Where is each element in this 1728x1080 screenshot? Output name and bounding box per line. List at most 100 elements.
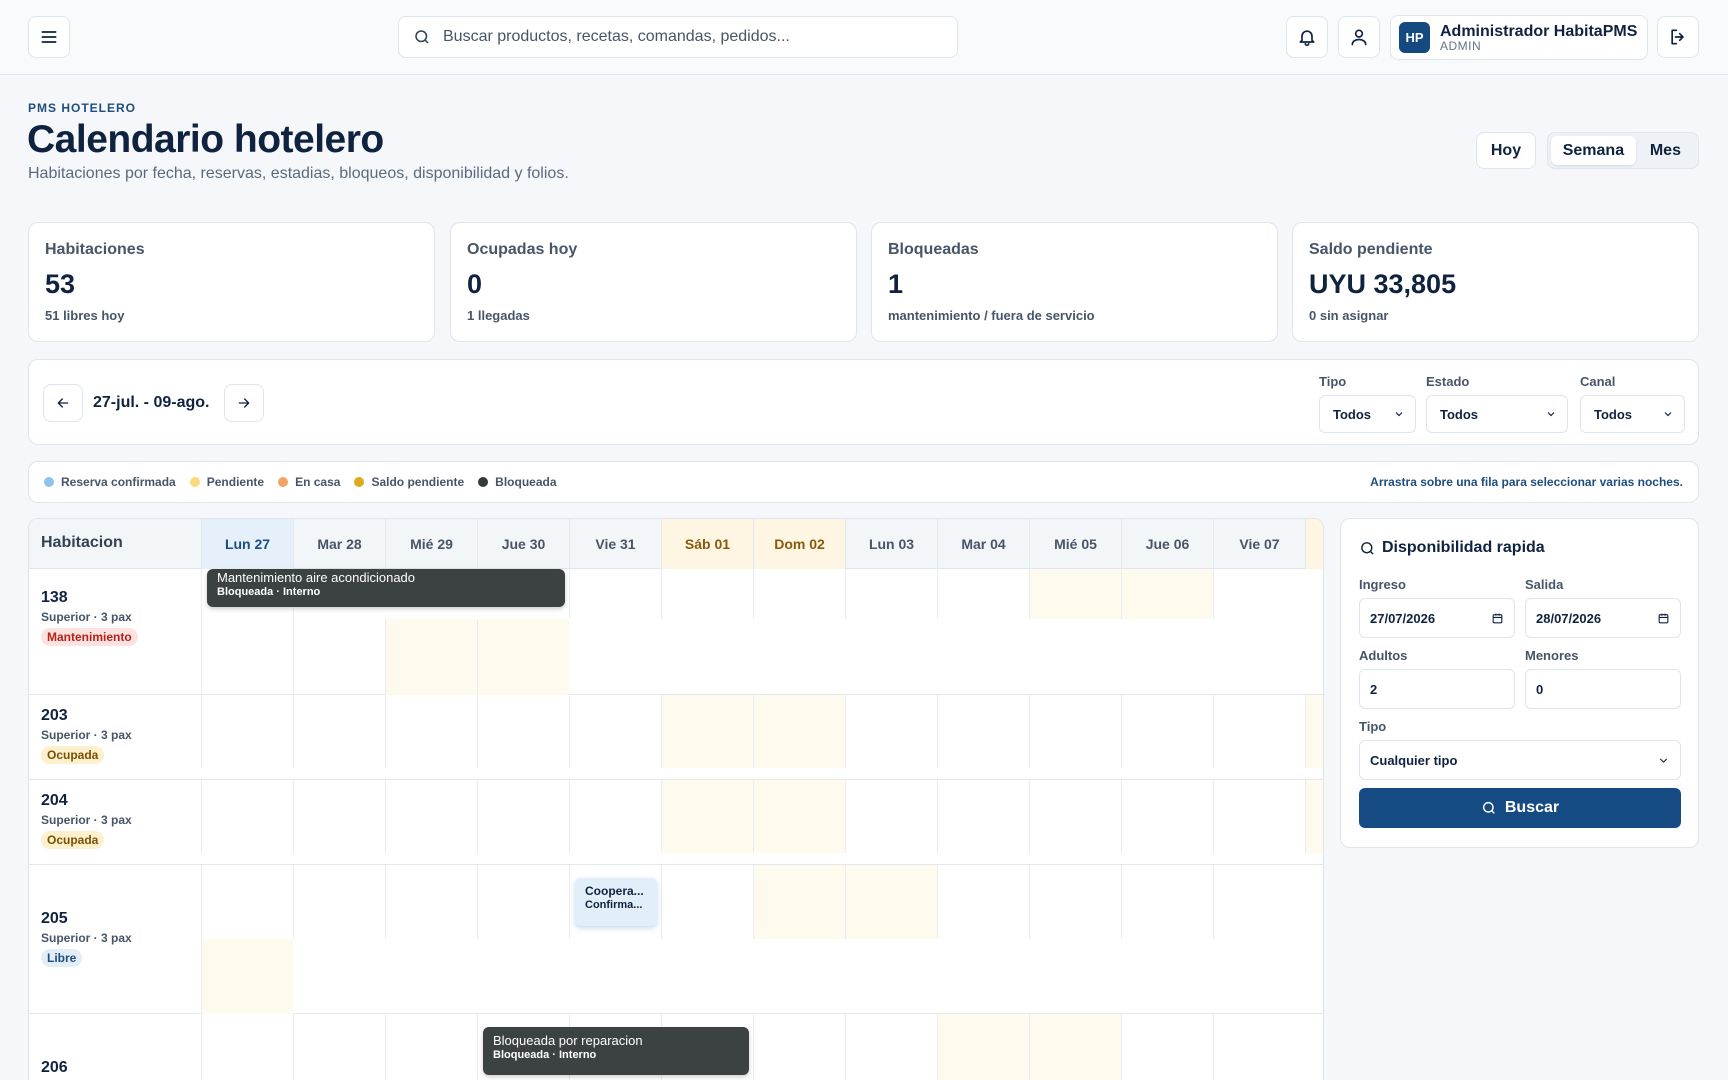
today-button[interactable]: Hoy (1476, 132, 1536, 169)
day-cell[interactable] (845, 569, 937, 619)
user-menu[interactable]: HP Administrador HabitaPMS ADMIN (1390, 15, 1648, 60)
day-cell[interactable] (1121, 865, 1213, 939)
reservation-block[interactable]: Mantenimiento aire acondicionado Bloquea… (207, 569, 565, 607)
filter-status-select[interactable]: Todos (1426, 395, 1568, 433)
checkin-date-input[interactable]: 27/07/2026 (1359, 598, 1515, 638)
day-cell[interactable] (201, 939, 293, 1014)
day-cell[interactable] (385, 619, 477, 695)
day-header[interactable]: Vie 31 (569, 519, 661, 569)
view-week-button[interactable]: Semana (1551, 136, 1636, 165)
day-cell[interactable] (1213, 695, 1305, 768)
reservation-block[interactable]: Bloqueada por reparacion Bloqueada · Int… (483, 1027, 749, 1075)
day-cell[interactable] (753, 865, 845, 939)
day-cell[interactable] (937, 1014, 1029, 1080)
view-month-button[interactable]: Mes (1636, 136, 1695, 165)
day-cell[interactable] (477, 780, 569, 853)
day-cell[interactable] (1121, 569, 1213, 619)
day-cell[interactable] (1029, 569, 1121, 619)
kpi-value: 1 (888, 269, 904, 299)
day-cell[interactable] (1213, 780, 1305, 853)
day-cell[interactable] (937, 780, 1029, 853)
day-cell[interactable] (661, 695, 753, 768)
day-header[interactable]: Sáb 01 (661, 519, 753, 569)
day-cell[interactable] (937, 865, 1029, 939)
next-range-button[interactable] (224, 384, 264, 422)
day-cell[interactable] (569, 780, 661, 853)
day-header[interactable]: Vie 07 (1213, 519, 1305, 569)
chevron-down-icon (1395, 412, 1403, 417)
day-cell[interactable] (385, 695, 477, 768)
day-cell[interactable] (293, 695, 385, 768)
day-cell[interactable] (1029, 1014, 1121, 1080)
day-cell[interactable] (1213, 569, 1305, 619)
day-header[interactable]: Mié 05 (1029, 519, 1121, 569)
day-cell[interactable] (845, 1014, 937, 1080)
day-header[interactable]: Jue 06 (1121, 519, 1213, 569)
day-cell[interactable] (1029, 865, 1121, 939)
day-cell[interactable] (1121, 780, 1213, 853)
reservation-block[interactable]: Coopera... Confirma... (575, 878, 657, 926)
previous-range-button[interactable] (43, 384, 83, 422)
day-cell[interactable] (753, 1014, 845, 1080)
filter-type-select[interactable]: Todos (1319, 395, 1416, 433)
day-cell[interactable] (569, 695, 661, 768)
day-cell[interactable] (293, 865, 385, 939)
day-cell[interactable] (1213, 865, 1305, 939)
room-type: Superior · 3 pax (41, 931, 132, 945)
logout-button[interactable] (1657, 16, 1699, 58)
profile-button[interactable] (1338, 16, 1380, 58)
day-cell[interactable] (1213, 1014, 1305, 1080)
day-cell[interactable] (201, 780, 293, 853)
day-cell[interactable] (1121, 1014, 1213, 1080)
filter-label: Tipo (1319, 374, 1347, 389)
search-input[interactable] (443, 28, 923, 46)
day-cell[interactable] (845, 695, 937, 768)
day-cell[interactable] (293, 1014, 385, 1080)
filter-channel-select[interactable]: Todos (1580, 395, 1685, 433)
search-availability-button[interactable]: Buscar (1359, 788, 1681, 828)
search-bar[interactable] (398, 16, 958, 58)
day-header[interactable]: Jue 30 (477, 519, 569, 569)
day-cell[interactable] (385, 865, 477, 939)
day-cell[interactable] (477, 695, 569, 768)
day-cell[interactable] (293, 780, 385, 853)
children-input[interactable]: 0 (1525, 669, 1681, 709)
day-cell[interactable] (661, 569, 753, 619)
day-cell[interactable] (937, 569, 1029, 619)
day-cell[interactable] (845, 780, 937, 853)
room-type-select[interactable]: Cualquier tipo (1359, 740, 1681, 780)
day-cell[interactable] (661, 865, 753, 939)
day-header[interactable]: Dom 02 (753, 519, 845, 569)
day-cell[interactable] (569, 569, 661, 619)
day-header[interactable]: Lun 27 (201, 519, 293, 569)
day-cell[interactable] (1121, 695, 1213, 768)
notifications-button[interactable] (1286, 16, 1328, 58)
legend-item-pending: Pendiente (189, 475, 264, 489)
menu-button[interactable] (28, 16, 70, 58)
day-cell[interactable] (937, 695, 1029, 768)
kpi-note: 0 sin asignar (1309, 308, 1389, 323)
day-header[interactable]: Mar 28 (293, 519, 385, 569)
event-subtitle: Bloqueada · Interno (217, 586, 321, 598)
day-cell[interactable] (201, 865, 293, 939)
checkout-date-input[interactable]: 28/07/2026 (1525, 598, 1681, 638)
day-cell[interactable] (477, 619, 569, 695)
day-cell[interactable] (477, 865, 569, 939)
arrow-left-icon (57, 398, 69, 408)
day-cell[interactable] (385, 1014, 477, 1080)
day-cell[interactable] (753, 695, 845, 768)
day-cell[interactable] (753, 569, 845, 619)
day-header[interactable]: Mar 04 (937, 519, 1029, 569)
day-cell[interactable] (1029, 695, 1121, 768)
day-cell[interactable] (201, 695, 293, 768)
adults-input[interactable]: 2 (1359, 669, 1515, 709)
day-header[interactable]: Mié 29 (385, 519, 477, 569)
day-cell[interactable] (661, 780, 753, 853)
day-cell[interactable] (385, 780, 477, 853)
day-cell[interactable] (845, 865, 937, 939)
day-cell[interactable] (201, 1014, 293, 1080)
day-header[interactable]: Lun 03 (845, 519, 937, 569)
day-cell[interactable] (1029, 780, 1121, 853)
day-cell[interactable] (753, 780, 845, 853)
kpi-note: 1 llegadas (467, 308, 530, 323)
